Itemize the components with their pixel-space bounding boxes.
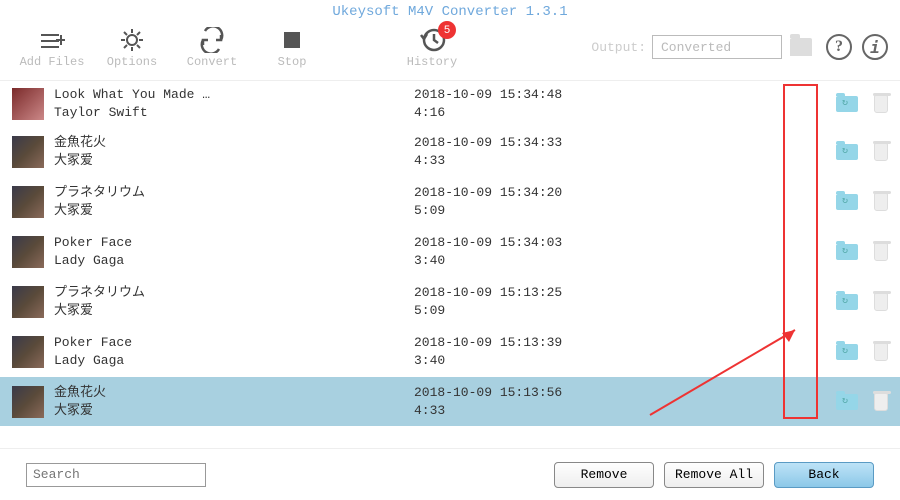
add-files-button[interactable]: Add Files: [12, 25, 92, 69]
track-thumbnail: [12, 88, 44, 120]
track-row[interactable]: Look What You Made …Taylor Swift2018-10-…: [0, 81, 900, 127]
track-info: Look What You Made …Taylor Swift: [54, 86, 414, 122]
track-datetime: 2018-10-09 15:34:20: [414, 184, 754, 202]
track-thumbnail: [12, 236, 44, 268]
track-datetime: 2018-10-09 15:34:03: [414, 234, 754, 252]
track-info: プラネタリウム大冢爱: [54, 284, 414, 320]
back-button[interactable]: Back: [774, 462, 874, 488]
open-folder-icon[interactable]: [836, 344, 858, 360]
track-time: 2018-10-09 15:13:255:09: [414, 284, 754, 320]
output-label: Output:: [591, 40, 646, 55]
remove-all-button[interactable]: Remove All: [664, 462, 764, 488]
remove-button[interactable]: Remove: [554, 462, 654, 488]
delete-icon[interactable]: [874, 143, 888, 161]
search-input[interactable]: [26, 463, 206, 487]
track-datetime: 2018-10-09 15:13:39: [414, 334, 754, 352]
track-title: Poker Face: [54, 234, 414, 252]
output-field[interactable]: [652, 35, 782, 59]
open-folder-icon[interactable]: [836, 194, 858, 210]
track-title: プラネタリウム: [54, 284, 414, 302]
track-datetime: 2018-10-09 15:34:48: [414, 86, 754, 104]
track-artist: 大冢爱: [54, 402, 414, 420]
track-artist: 大冢爱: [54, 302, 414, 320]
track-title: Look What You Made …: [54, 86, 414, 104]
track-thumbnail: [12, 186, 44, 218]
track-time: 2018-10-09 15:34:205:09: [414, 184, 754, 220]
open-folder-icon[interactable]: [836, 144, 858, 160]
track-artist: Taylor Swift: [54, 104, 414, 122]
delete-icon[interactable]: [874, 193, 888, 211]
delete-icon[interactable]: [874, 393, 888, 411]
track-artist: Lady Gaga: [54, 252, 414, 270]
options-button[interactable]: Options: [92, 25, 172, 69]
track-thumbnail: [12, 336, 44, 368]
track-thumbnail: [12, 286, 44, 318]
track-row[interactable]: 金魚花火大冢爱2018-10-09 15:34:334:33: [0, 127, 900, 177]
track-duration: 4:33: [414, 152, 754, 170]
convert-label: Convert: [187, 55, 237, 69]
stop-icon: [282, 25, 302, 55]
track-time: 2018-10-09 15:13:564:33: [414, 384, 754, 420]
track-title: プラネタリウム: [54, 184, 414, 202]
browse-folder-button[interactable]: [790, 38, 812, 56]
delete-icon[interactable]: [874, 95, 888, 113]
track-time: 2018-10-09 15:34:334:33: [414, 134, 754, 170]
track-time: 2018-10-09 15:13:393:40: [414, 334, 754, 370]
add-files-label: Add Files: [20, 55, 85, 69]
track-title: 金魚花火: [54, 134, 414, 152]
history-button[interactable]: 5 History: [392, 25, 472, 69]
delete-icon[interactable]: [874, 293, 888, 311]
track-info: Poker FaceLady Gaga: [54, 334, 414, 370]
track-row[interactable]: プラネタリウム大冢爱2018-10-09 15:34:205:09: [0, 177, 900, 227]
delete-icon[interactable]: [874, 343, 888, 361]
track-row[interactable]: プラネタリウム大冢爱2018-10-09 15:13:255:09: [0, 277, 900, 327]
help-icon[interactable]: ?: [826, 34, 852, 60]
track-duration: 3:40: [414, 252, 754, 270]
history-label: History: [407, 55, 457, 69]
options-label: Options: [107, 55, 157, 69]
history-badge: 5: [438, 21, 456, 39]
open-folder-icon[interactable]: [836, 96, 858, 112]
track-duration: 4:33: [414, 402, 754, 420]
open-folder-icon[interactable]: [836, 244, 858, 260]
track-artist: 大冢爱: [54, 202, 414, 220]
track-time: 2018-10-09 15:34:484:16: [414, 86, 754, 122]
convert-icon: [199, 25, 225, 55]
delete-icon[interactable]: [874, 243, 888, 261]
track-duration: 3:40: [414, 352, 754, 370]
track-artist: 大冢爱: [54, 152, 414, 170]
open-folder-icon[interactable]: [836, 394, 858, 410]
track-title: 金魚花火: [54, 384, 414, 402]
gear-icon: [119, 25, 145, 55]
track-row[interactable]: 金魚花火大冢爱2018-10-09 15:13:564:33: [0, 377, 900, 426]
stop-label: Stop: [278, 55, 307, 69]
track-title: Poker Face: [54, 334, 414, 352]
track-duration: 4:16: [414, 104, 754, 122]
open-folder-icon[interactable]: [836, 294, 858, 310]
toolbar: Add Files Options Convert Stop 5 History…: [0, 20, 900, 80]
track-list: Look What You Made …Taylor Swift2018-10-…: [0, 80, 900, 426]
track-datetime: 2018-10-09 15:13:25: [414, 284, 754, 302]
history-icon: 5: [418, 25, 446, 55]
window-title: Ukeysoft M4V Converter 1.3.1: [0, 0, 900, 20]
track-datetime: 2018-10-09 15:34:33: [414, 134, 754, 152]
track-thumbnail: [12, 386, 44, 418]
track-info: Poker FaceLady Gaga: [54, 234, 414, 270]
track-info: 金魚花火大冢爱: [54, 384, 414, 420]
track-info: 金魚花火大冢爱: [54, 134, 414, 170]
track-row[interactable]: Poker FaceLady Gaga2018-10-09 15:13:393:…: [0, 327, 900, 377]
track-thumbnail: [12, 136, 44, 168]
track-duration: 5:09: [414, 302, 754, 320]
footer: Remove Remove All Back: [0, 448, 900, 500]
track-time: 2018-10-09 15:34:033:40: [414, 234, 754, 270]
add-files-icon: [39, 25, 65, 55]
info-icon[interactable]: i: [862, 34, 888, 60]
track-duration: 5:09: [414, 202, 754, 220]
stop-button[interactable]: Stop: [252, 25, 332, 69]
track-row[interactable]: Poker FaceLady Gaga2018-10-09 15:34:033:…: [0, 227, 900, 277]
track-artist: Lady Gaga: [54, 352, 414, 370]
track-info: プラネタリウム大冢爱: [54, 184, 414, 220]
track-datetime: 2018-10-09 15:13:56: [414, 384, 754, 402]
convert-button[interactable]: Convert: [172, 25, 252, 69]
